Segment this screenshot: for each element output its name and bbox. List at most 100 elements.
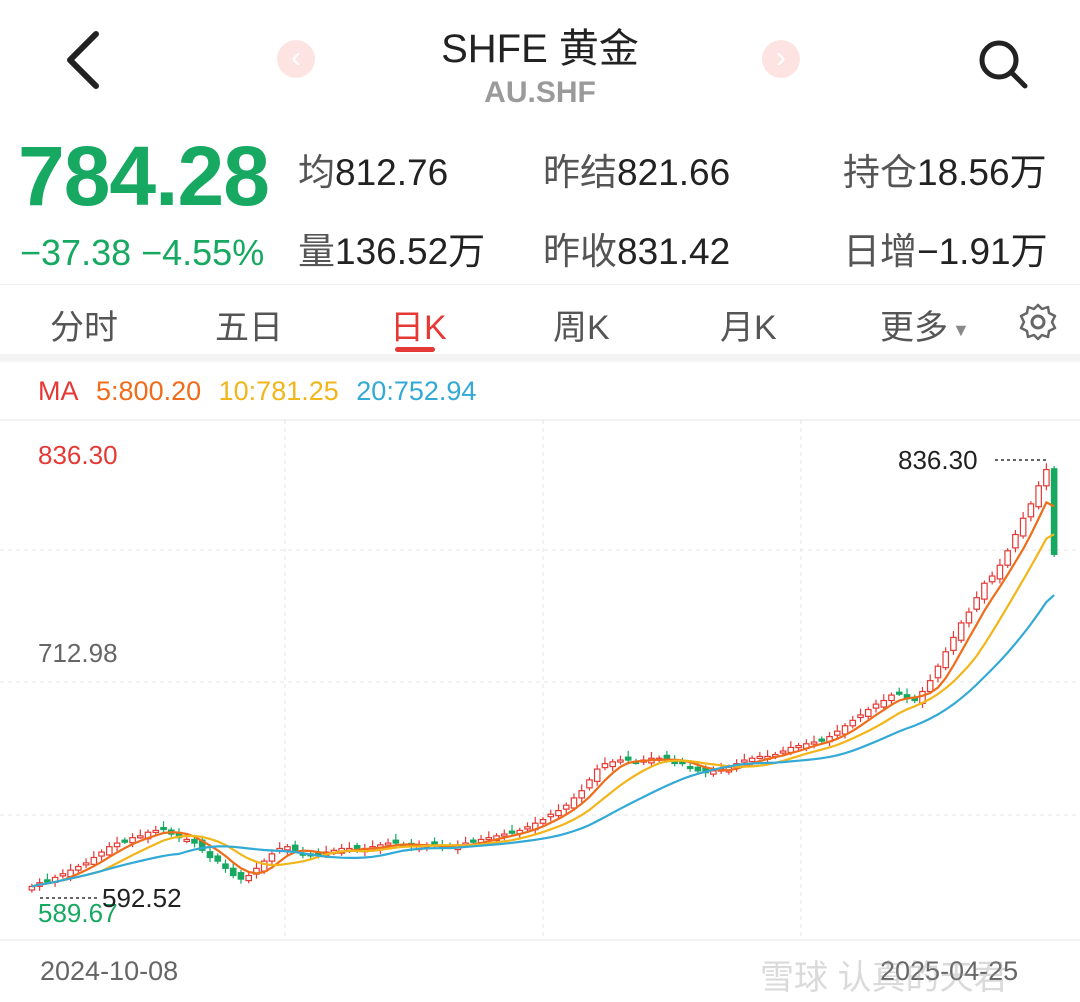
prev-instrument-button[interactable]: ‹	[277, 40, 315, 78]
candle-body	[686, 765, 694, 770]
tab-five-day[interactable]: 五日	[215, 300, 283, 349]
stat-label: 量	[298, 231, 335, 272]
candle-body	[601, 763, 609, 769]
search-button[interactable]	[975, 36, 1031, 92]
candle-body	[524, 826, 531, 830]
ma10-value: 10:781.25	[218, 376, 339, 406]
candle-body	[864, 708, 872, 717]
candle-body	[593, 768, 601, 782]
stat-volume: 量136.52万	[298, 221, 485, 275]
candle-body	[872, 703, 880, 709]
candle-body	[981, 582, 988, 600]
candle-body	[810, 741, 818, 745]
chevron-right-icon: ›	[776, 41, 786, 74]
stat-value: 831.42	[617, 231, 731, 272]
stat-label: 均	[298, 152, 335, 193]
candle-body	[106, 846, 113, 856]
ma-legend: MA 5:800.20 10:781.25 20:752.94	[38, 376, 486, 407]
active-tab-indicator	[395, 347, 435, 352]
next-instrument-button[interactable]: ›	[762, 40, 800, 78]
candle-body	[942, 651, 950, 669]
candle-body	[562, 804, 570, 810]
candle-body	[485, 837, 493, 841]
stat-label: 昨结	[543, 152, 617, 193]
y-mid-label: 712.98	[38, 638, 118, 668]
back-button[interactable]	[60, 28, 110, 92]
candle-body	[113, 842, 121, 848]
candle-body	[384, 842, 392, 846]
candle-body	[59, 873, 67, 877]
tab-more[interactable]: 更多 ▼	[880, 300, 970, 349]
stat-value: 18.56万	[917, 152, 1047, 193]
candle-body	[833, 730, 841, 736]
min-marker-label: 592.52	[102, 883, 182, 913]
instrument-code: AU.SHF	[484, 76, 596, 109]
candle-body	[1050, 468, 1058, 555]
candle-body	[895, 691, 903, 695]
price-change: −37.38 −4.55%	[20, 232, 265, 273]
stat-prev-settle: 昨结821.66	[543, 142, 730, 196]
candle-body	[1004, 550, 1011, 566]
candle-body	[284, 846, 291, 851]
candle-body	[818, 738, 826, 742]
stat-daily-oi-change: 日增−1.91万	[843, 221, 1048, 275]
candle-body	[183, 838, 191, 843]
candle-body	[1019, 517, 1027, 537]
search-icon	[979, 40, 1028, 89]
candle-body	[44, 879, 51, 883]
candle-body	[191, 838, 198, 844]
candlestick-chart[interactable]: 836.30 712.98 589.67 836.30 592.52	[0, 410, 1080, 950]
candle-body	[222, 863, 229, 869]
candle-body	[570, 797, 578, 809]
candle-body	[1035, 485, 1042, 508]
candle-body	[555, 809, 562, 817]
tab-weekly-k[interactable]: 周K	[553, 300, 610, 349]
candle-body	[841, 725, 849, 735]
candle-body	[90, 856, 98, 865]
candle-body	[609, 761, 617, 768]
candle-body	[136, 835, 144, 839]
candle-body	[121, 839, 129, 843]
ma-label: MA	[38, 376, 79, 406]
tab-daily-k[interactable]: 日K	[390, 300, 447, 349]
candle-body	[586, 779, 593, 789]
candle-body	[756, 755, 764, 760]
candle-body	[988, 575, 996, 583]
x-start-date: 2024-10-08	[40, 956, 179, 986]
max-marker-label: 836.30	[898, 445, 978, 475]
candle-body	[245, 874, 253, 882]
tab-intraday[interactable]: 分时	[50, 300, 118, 349]
ma20-value: 20:752.94	[356, 376, 477, 406]
candle-body	[624, 756, 632, 761]
candle-body	[129, 837, 136, 844]
candle-body	[926, 680, 934, 693]
candle-body	[996, 564, 1004, 580]
candle-body	[508, 830, 516, 834]
caret-down-icon: ▼	[952, 319, 970, 340]
back-arrow-icon	[67, 31, 99, 89]
candle-body	[849, 719, 857, 727]
stat-value: 821.66	[617, 152, 731, 193]
candle-body	[1012, 533, 1019, 549]
tab-monthly-k[interactable]: 月K	[720, 300, 777, 349]
candle-body	[206, 851, 214, 859]
candle-body	[578, 790, 586, 799]
y-max-label: 836.30	[38, 440, 118, 470]
gear-icon	[1019, 303, 1057, 341]
candle-body	[880, 699, 888, 708]
watermark: 雪球 认真的天君	[760, 959, 1008, 997]
stat-open-interest: 持仓18.56万	[843, 142, 1047, 196]
candle-body	[617, 759, 624, 763]
tab-more-label: 更多	[880, 309, 948, 347]
candle-body	[539, 819, 547, 824]
chart-settings-button[interactable]	[1018, 302, 1058, 342]
candle-body	[229, 867, 237, 877]
page-title: SHFE 黄金	[441, 27, 639, 71]
stat-value: −1.91万	[917, 231, 1048, 272]
candle-body	[741, 759, 748, 763]
candle-body	[857, 714, 864, 719]
candle-body	[1027, 503, 1035, 518]
candle-body	[214, 855, 222, 862]
candle-body	[957, 622, 965, 641]
candle-body	[934, 665, 942, 679]
